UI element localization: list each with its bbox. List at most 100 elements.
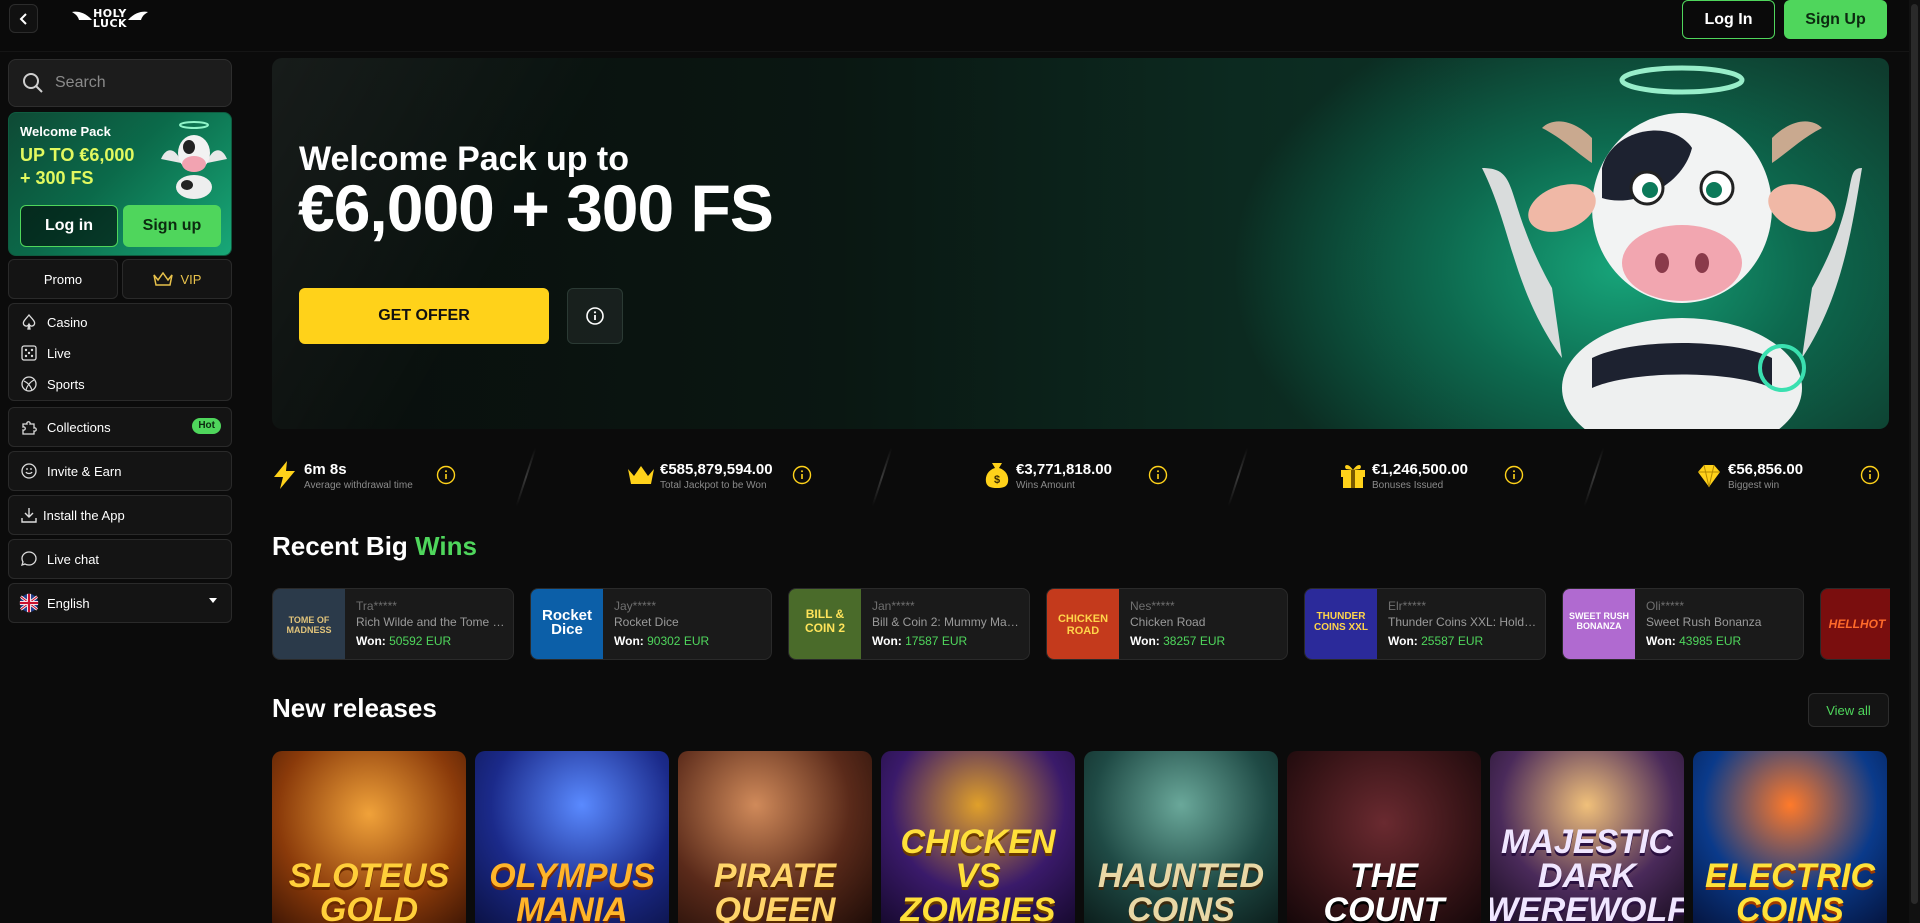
game-card[interactable]: ELECTRIC COINS <box>1693 751 1887 923</box>
game-thumbnail: TOME OF MADNESS <box>273 589 345 659</box>
nav-item-casino[interactable]: Casino <box>9 306 233 338</box>
nav-item-install-app[interactable]: Install the App <box>9 499 233 531</box>
thumb-text: SWEET RUSH BONANZA <box>1568 611 1629 631</box>
win-amount: Won: 50592 EUR <box>356 634 451 648</box>
stat-total-jackpot: €585,879,594.00 Total Jackpot to be Won <box>626 440 876 510</box>
stat-wins-amount: $ €3,771,818.00 Wins Amount <box>982 440 1232 510</box>
win-game: Sweet Rush Bonanza <box>1646 615 1762 629</box>
promo-button[interactable]: Promo <box>8 259 118 299</box>
info-icon[interactable] <box>436 465 456 485</box>
welcome-login-button[interactable]: Log in <box>20 205 118 247</box>
signup-button[interactable]: Sign Up <box>1784 0 1887 39</box>
top-bar: HOLY LUCK Log In Sign Up <box>0 0 1920 52</box>
win-card[interactable]: THUNDER COINS XXL Elr***** Thunder Coins… <box>1304 588 1546 660</box>
nav-label-sports: Sports <box>47 376 85 392</box>
install-group: Install the App <box>8 495 232 535</box>
vip-label: VIP <box>180 271 202 287</box>
caret-down-icon <box>209 598 217 603</box>
stat-label: Bonuses Issued <box>1372 480 1444 491</box>
back-button[interactable] <box>9 4 38 33</box>
search-icon <box>23 73 43 93</box>
win-user: Jan***** <box>872 599 915 613</box>
nav-item-sports[interactable]: Sports <box>9 368 233 400</box>
win-amount: Won: 90302 EUR <box>614 634 709 648</box>
dice-icon <box>19 343 39 363</box>
thumb-text: THUNDER COINS XXL <box>1314 611 1368 633</box>
game-thumbnail: THUNDER COINS XXL <box>1305 589 1377 659</box>
collections-group: Collections Hot <box>8 407 232 447</box>
info-icon[interactable] <box>1148 465 1168 485</box>
nav-label-invite: Invite & Earn <box>47 463 122 479</box>
win-user: Elr***** <box>1388 599 1427 613</box>
nav-item-invite-earn[interactable]: Invite & Earn <box>9 455 233 487</box>
language-item[interactable]: English <box>9 587 233 619</box>
won-label: Won: <box>1388 634 1418 648</box>
hero-banner[interactable]: Welcome Pack up to €6,000 + 300 FS GET O… <box>272 58 1889 429</box>
get-offer-button[interactable]: GET OFFER <box>299 288 549 344</box>
welcome-pack-title: Welcome Pack <box>20 124 111 139</box>
win-user: Jay***** <box>614 599 657 613</box>
game-card[interactable]: MAJESTIC DARK WEREWOLF <box>1490 751 1684 923</box>
search-input[interactable]: Search <box>8 59 232 107</box>
hero-info-button[interactable] <box>567 288 623 344</box>
download-icon <box>19 505 39 525</box>
game-title: SLOTEUS GOLD <box>288 857 450 923</box>
language-selector[interactable]: English <box>8 583 232 623</box>
spade-icon <box>19 312 39 332</box>
win-amount: Won: 43985 EUR <box>1646 634 1741 648</box>
won-label: Won: <box>872 634 902 648</box>
win-card[interactable]: HELLHOT <box>1820 588 1890 660</box>
hot-badge: Hot <box>192 418 221 434</box>
info-icon[interactable] <box>792 465 812 485</box>
login-button[interactable]: Log In <box>1682 0 1775 39</box>
win-user: Oli***** <box>1646 599 1685 613</box>
game-title: MAJESTIC DARK WEREWOLF <box>1490 823 1684 923</box>
game-card[interactable]: HAUNTED COINS <box>1084 751 1278 923</box>
welcome-pack-card[interactable]: Welcome Pack UP TO €6,000 + 300 FS Log i… <box>8 112 232 256</box>
won-value: 25587 EUR <box>1421 634 1484 648</box>
stat-label: Average withdrawal time <box>304 480 413 491</box>
game-title: CHICKEN VS ZOMBIES <box>900 823 1056 923</box>
wing-right-icon <box>128 11 149 20</box>
win-card[interactable]: BILL & COIN 2 Jan***** Bill & Coin 2: Mu… <box>788 588 1030 660</box>
won-value: 90302 EUR <box>647 634 710 648</box>
won-value: 43985 EUR <box>1679 634 1742 648</box>
win-card[interactable]: CHICKEN ROAD Nes***** Chicken Road Won: … <box>1046 588 1288 660</box>
nav-label-livechat: Live chat <box>47 551 100 567</box>
stat-bonuses-issued: €1,246,500.00 Bonuses Issued <box>1338 440 1588 510</box>
nav-label-casino: Casino <box>47 314 88 330</box>
win-card[interactable]: TOME OF MADNESS Tra***** Rich Wilde and … <box>272 588 514 660</box>
game-card[interactable]: OLYMPUS MANIA <box>475 751 669 923</box>
nav-item-live[interactable]: Live <box>9 337 233 369</box>
welcome-signup-button[interactable]: Sign up <box>123 205 221 247</box>
chat-bubble-icon <box>19 549 39 569</box>
holy-luck-logo[interactable]: HOLY LUCK <box>58 2 162 36</box>
svg-text:$: $ <box>994 474 1000 486</box>
win-card[interactable]: SWEET RUSH BONANZA Oli***** Sweet Rush B… <box>1562 588 1804 660</box>
stat-value: €56,856.00 <box>1728 461 1804 478</box>
recent-wins-carousel[interactable]: TOME OF MADNESS Tra***** Rich Wilde and … <box>272 588 1890 662</box>
stats-bar: 6m 8s Average withdrawal time €585,879,5… <box>270 440 1890 510</box>
info-icon[interactable] <box>1860 465 1880 485</box>
nav-item-live-chat[interactable]: Live chat <box>9 543 233 575</box>
win-game: Chicken Road <box>1130 615 1206 629</box>
stat-label: Total Jackpot to be Won <box>660 480 767 491</box>
gift-icon <box>1341 464 1365 488</box>
diamond-icon <box>1698 464 1720 488</box>
game-card[interactable]: SLOTEUS GOLD <box>272 751 466 923</box>
view-all-button[interactable]: View all <box>1808 693 1889 727</box>
thumb-text: CHICKEN ROAD <box>1057 613 1109 637</box>
win-card[interactable]: Rocket Dice Jay***** Rocket Dice Won: 90… <box>530 588 772 660</box>
sidebar: Search Welcome Pack UP TO €6,000 + 300 F… <box>0 52 240 923</box>
info-icon[interactable] <box>1504 465 1524 485</box>
wing-left-icon <box>71 11 92 20</box>
vip-button[interactable]: VIP <box>122 259 232 299</box>
game-card[interactable]: THE COUNT <box>1287 751 1481 923</box>
won-label: Won: <box>1646 634 1676 648</box>
game-card[interactable]: PIRATE QUEEN <box>678 751 872 923</box>
game-card[interactable]: CHICKEN VS ZOMBIES <box>881 751 1075 923</box>
win-user: Nes***** <box>1130 599 1175 613</box>
thumb-text: HELLHOT <box>1828 617 1886 631</box>
game-thumbnail: Rocket Dice <box>531 589 603 659</box>
stat-value: €585,879,594.00 <box>660 461 773 478</box>
